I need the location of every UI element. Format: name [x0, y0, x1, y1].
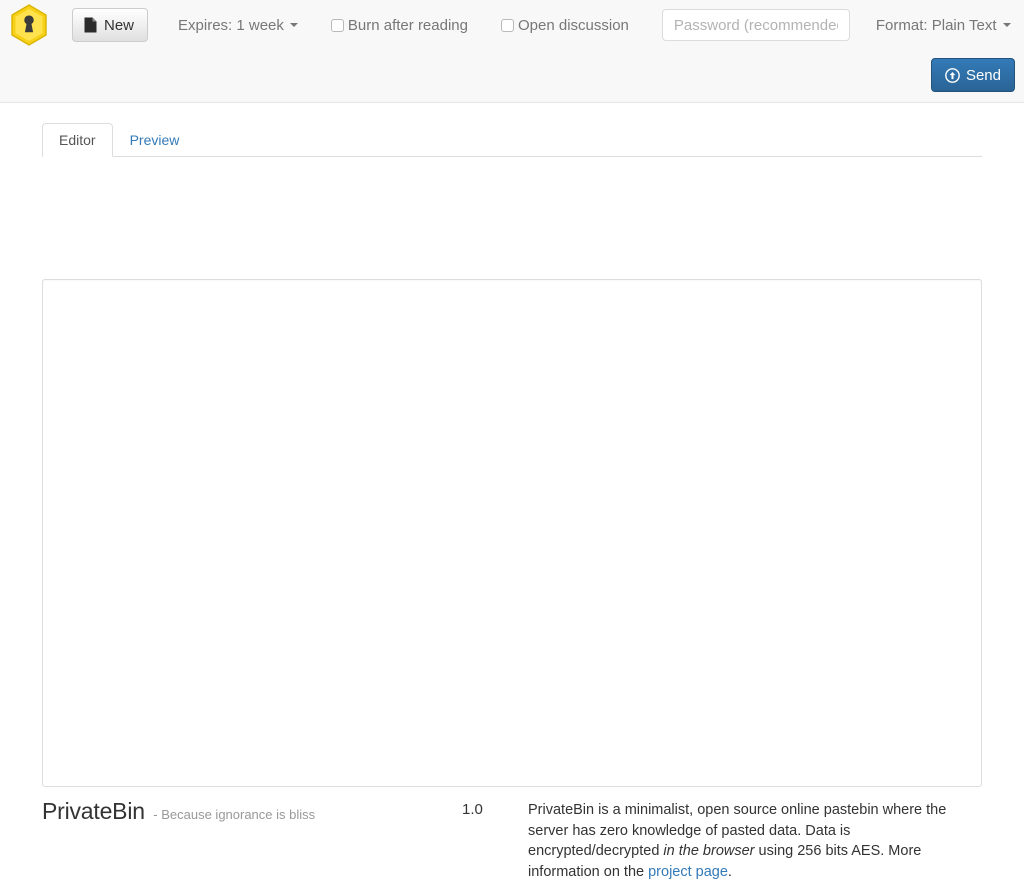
expires-dropdown[interactable]: Expires: 1 week — [178, 17, 298, 34]
footer-description-italic: in the browser — [663, 843, 755, 859]
tab-preview[interactable]: Preview — [113, 123, 197, 157]
open-discussion-checkbox[interactable] — [500, 18, 514, 32]
page-footer: PrivateBin - Because ignorance is bliss … — [0, 795, 1024, 895]
open-discussion-label: Open discussion — [517, 16, 629, 34]
footer-brand-name: PrivateBin — [42, 798, 145, 824]
caret-down-icon — [289, 23, 298, 27]
brand-logo[interactable] — [6, 0, 52, 50]
send-button[interactable]: Send — [930, 58, 1015, 92]
tab-editor[interactable]: Editor — [42, 123, 113, 157]
send-button-label: Send — [965, 66, 1001, 84]
navbar-secondary-row: Send — [0, 50, 1024, 103]
burn-after-reading-label: Burn after reading — [347, 16, 468, 34]
footer-description-end: . — [727, 863, 732, 880]
burn-after-reading-option[interactable]: Burn after reading — [330, 16, 468, 34]
tab-editor-label: Editor — [59, 132, 96, 148]
navbar-primary-row: New Expires: 1 week Burn after reading O… — [0, 0, 1024, 50]
new-paste-button-label: New — [104, 16, 135, 34]
file-icon — [84, 17, 97, 33]
paste-textarea[interactable] — [42, 279, 982, 787]
project-page-link[interactable]: project page — [648, 864, 728, 880]
open-discussion-option[interactable]: Open discussion — [500, 16, 629, 34]
footer-slogan: - Because ignorance is bliss — [153, 807, 316, 822]
top-navbar: New Expires: 1 week Burn after reading O… — [0, 0, 1024, 103]
expires-dropdown-label: Expires: 1 week — [178, 16, 284, 34]
burn-after-reading-checkbox[interactable] — [330, 18, 344, 32]
new-paste-button[interactable]: New — [72, 8, 149, 42]
footer-description: PrivateBin is a minimalist, open source … — [528, 800, 984, 882]
caret-down-icon — [1002, 23, 1011, 27]
format-dropdown-label: Format: Plain Text — [875, 16, 997, 34]
password-input[interactable] — [661, 9, 850, 41]
upload-icon — [945, 67, 960, 83]
footer-brand: PrivateBin - Because ignorance is bliss — [42, 798, 315, 825]
hexagon-keyhole-logo-icon — [11, 4, 47, 46]
editor-preview-tabs: Editor Preview — [42, 123, 982, 157]
footer-version: 1.0 — [462, 801, 483, 818]
format-dropdown[interactable]: Format: Plain Text — [876, 17, 1011, 34]
tab-preview-label: Preview — [129, 132, 180, 148]
